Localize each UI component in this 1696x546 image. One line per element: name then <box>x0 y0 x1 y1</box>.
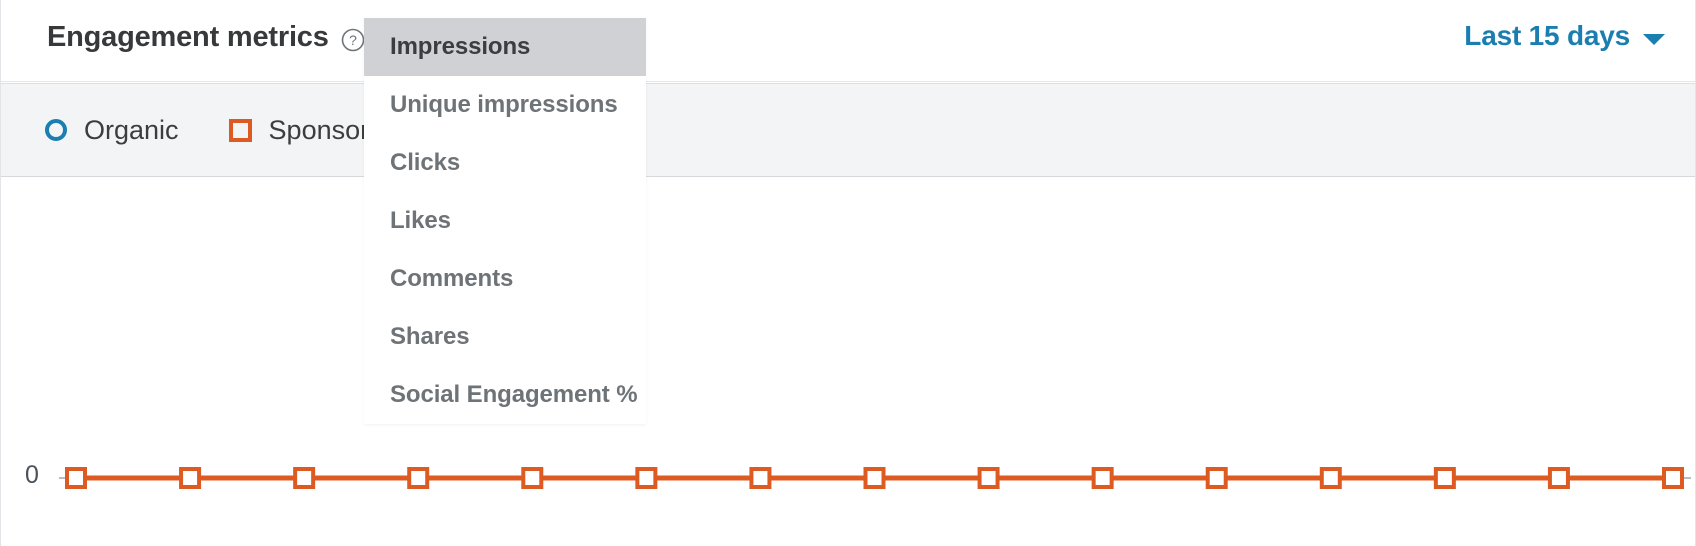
legend-item-organic[interactable]: Organic <box>45 115 179 146</box>
help-circle-icon[interactable]: ? <box>341 28 365 52</box>
dropdown-item-comments[interactable]: Comments <box>364 250 646 308</box>
dropdown-item-impressions[interactable]: Impressions <box>364 18 646 76</box>
dropdown-item-clicks[interactable]: Clicks <box>364 134 646 192</box>
engagement-metrics-card: Engagement metrics ? Last 15 days Organi… <box>0 0 1696 546</box>
header-title-group: Engagement metrics ? <box>47 21 365 54</box>
dropdown-item-likes[interactable]: Likes <box>364 192 646 250</box>
legend-circle-icon <box>45 119 67 141</box>
chevron-down-icon <box>1643 33 1665 45</box>
dropdown-item-shares[interactable]: Shares <box>364 308 646 366</box>
page-title: Engagement metrics <box>47 21 329 53</box>
chart-plot-area <box>1 178 1695 546</box>
y-axis-tick-label-0: 0 <box>25 461 39 489</box>
dropdown-item-unique-impressions[interactable]: Unique impressions <box>364 76 646 134</box>
svg-text:?: ? <box>349 32 357 48</box>
legend-label-organic: Organic <box>84 114 179 145</box>
dropdown-item-social-engagement[interactable]: Social Engagement % <box>364 366 646 424</box>
legend-square-icon <box>228 118 252 142</box>
metric-dropdown-menu[interactable]: Impressions Unique impressions Clicks Likes… <box>364 18 646 424</box>
date-range-label: Last 15 days <box>1464 20 1630 51</box>
card-header: Engagement metrics ? Last 15 days <box>1 0 1695 82</box>
chart-legend: Organic Sponsored <box>1 83 1695 177</box>
date-range-selector[interactable]: Last 15 days <box>1464 20 1665 52</box>
